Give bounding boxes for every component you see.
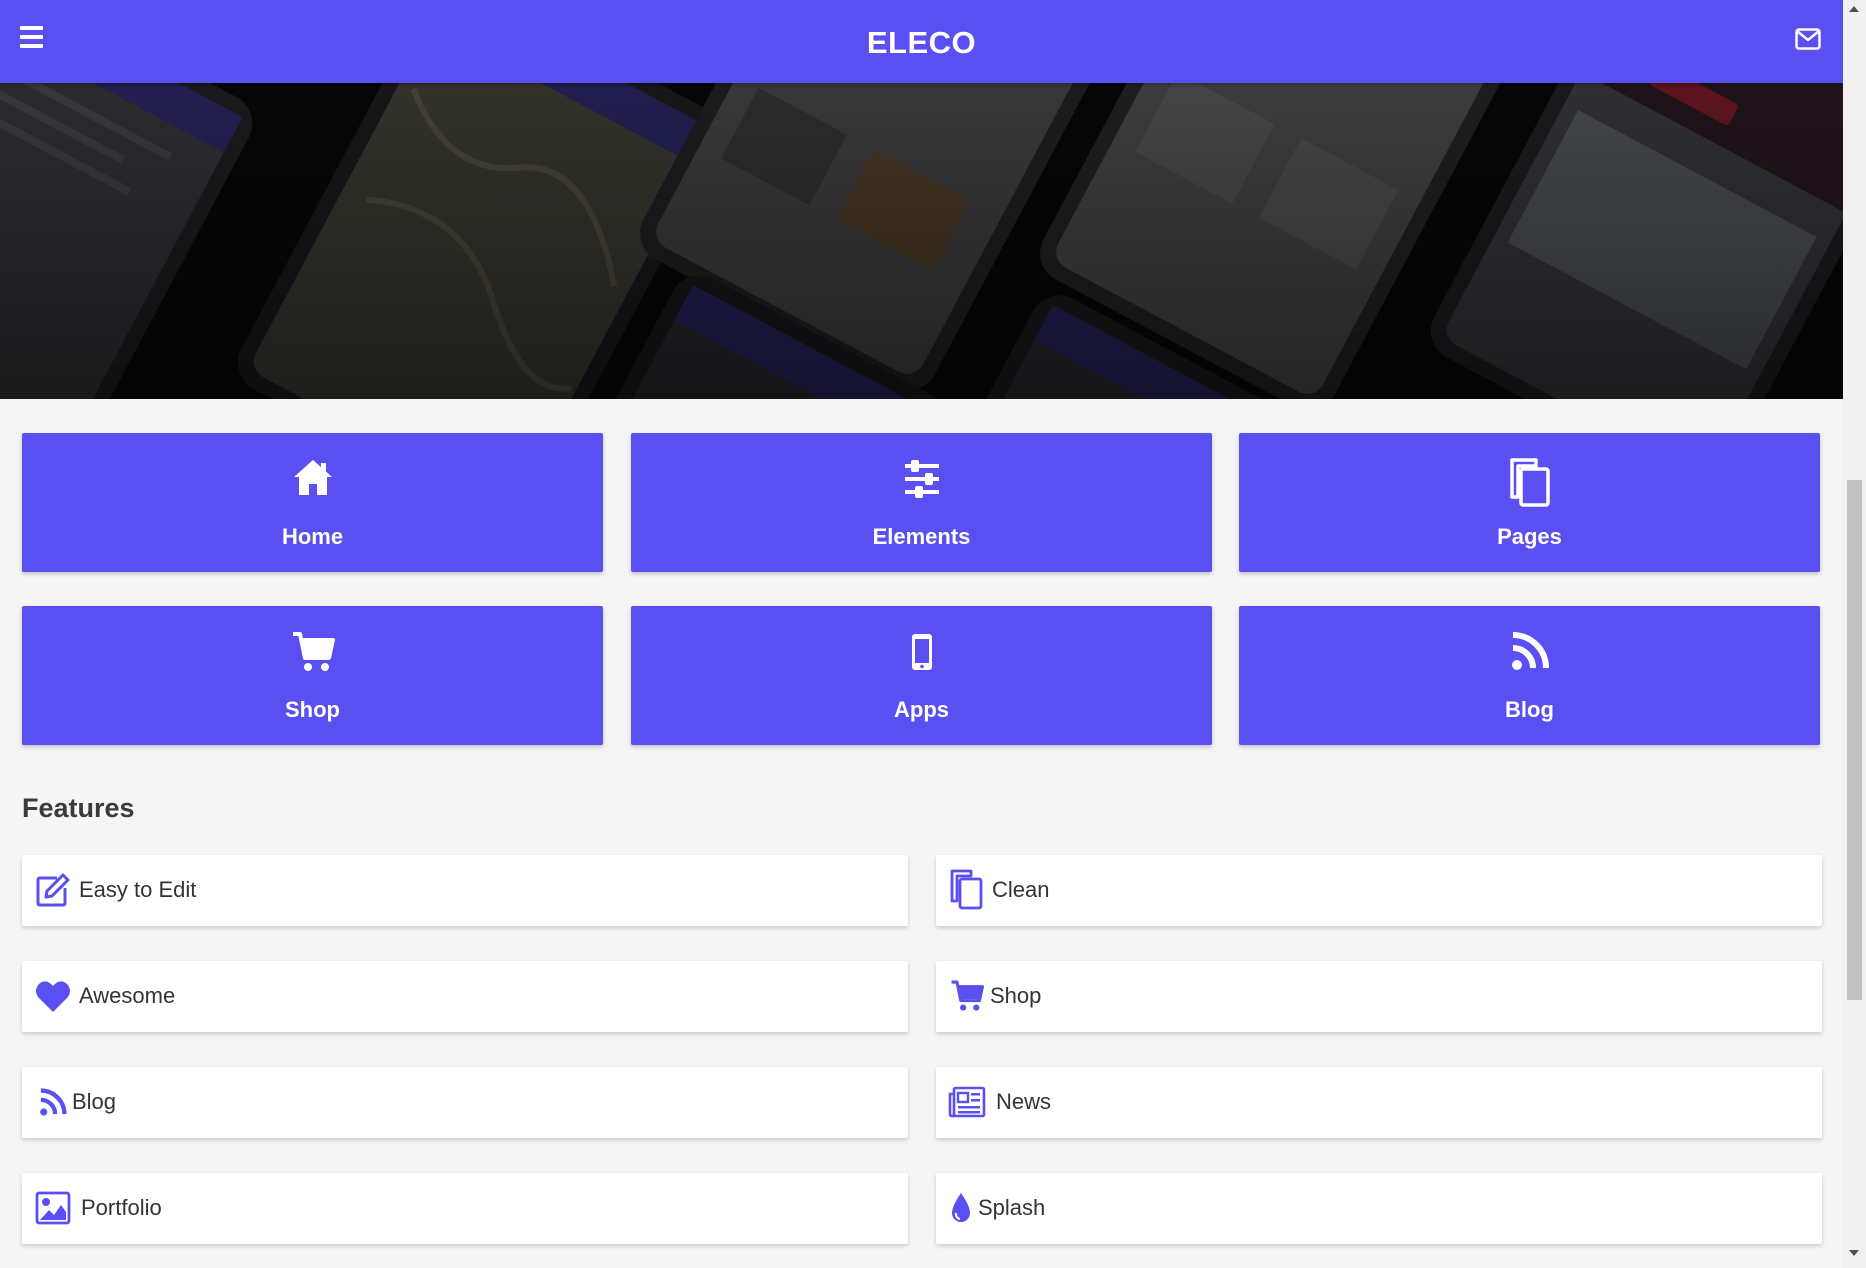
tile-label: Blog — [1505, 697, 1554, 722]
image-icon — [34, 1189, 72, 1227]
feature-portfolio[interactable]: Portfolio — [22, 1173, 908, 1244]
newspaper-icon — [948, 1083, 986, 1121]
edit-icon — [34, 871, 72, 909]
tile-label: Shop — [285, 697, 340, 722]
tile-label: Elements — [872, 524, 971, 549]
scroll-up-arrow-icon[interactable] — [1849, 6, 1859, 12]
feature-easy-to-edit[interactable]: Easy to Edit — [22, 855, 908, 926]
tile-elements[interactable]: Elements — [631, 433, 1212, 572]
feature-news[interactable]: News — [936, 1067, 1822, 1138]
feature-awesome[interactable]: Awesome — [22, 961, 908, 1032]
scrollbar-thumb[interactable] — [1847, 480, 1862, 1000]
top-app-bar: ELECO — [0, 0, 1843, 83]
feature-label: News — [996, 1089, 1052, 1114]
tile-apps[interactable]: Apps — [631, 606, 1212, 745]
hero-banner-image — [0, 83, 1843, 399]
rss-icon — [34, 1083, 72, 1121]
home-icon — [22, 457, 603, 505]
tile-shop[interactable]: Shop — [22, 606, 603, 745]
copy-pages-icon — [948, 869, 986, 910]
feature-blog[interactable]: Blog — [22, 1067, 908, 1138]
feature-label: Blog — [72, 1089, 117, 1114]
feature-splash[interactable]: Splash — [936, 1173, 1822, 1244]
feature-label: Easy to Edit — [79, 877, 197, 902]
feature-shop[interactable]: Shop — [936, 961, 1822, 1032]
feature-label: Shop — [990, 983, 1042, 1008]
feature-label: Clean — [992, 877, 1050, 902]
envelope-icon[interactable] — [1795, 28, 1825, 54]
copy-pages-icon — [1239, 457, 1820, 507]
feature-label: Portfolio — [81, 1195, 162, 1220]
sliders-icon — [631, 457, 1212, 505]
droplet-icon — [948, 1189, 974, 1227]
app-title: ELECO — [866, 25, 977, 60]
tile-label: Pages — [1497, 524, 1562, 549]
feature-label: Splash — [978, 1195, 1046, 1220]
rss-icon — [1239, 630, 1820, 678]
features-heading: Features — [22, 793, 135, 823]
cart-icon — [22, 630, 603, 678]
scroll-down-arrow-icon[interactable] — [1849, 1250, 1859, 1256]
feature-clean[interactable]: Clean — [936, 855, 1822, 926]
mobile-phone-icon — [631, 630, 1212, 678]
feature-label: Awesome — [79, 983, 176, 1008]
tile-label: Apps — [894, 697, 949, 722]
heart-icon — [34, 977, 72, 1015]
tile-label: Home — [281, 524, 344, 549]
tile-home[interactable]: Home — [22, 433, 603, 572]
vertical-scrollbar[interactable] — [1843, 0, 1866, 1268]
tile-pages[interactable]: Pages — [1239, 433, 1820, 572]
tile-blog[interactable]: Blog — [1239, 606, 1820, 745]
cart-icon — [948, 977, 986, 1015]
app-window: ELECO Home Elements Pages Shop Apps Blog… — [0, 0, 1843, 1268]
